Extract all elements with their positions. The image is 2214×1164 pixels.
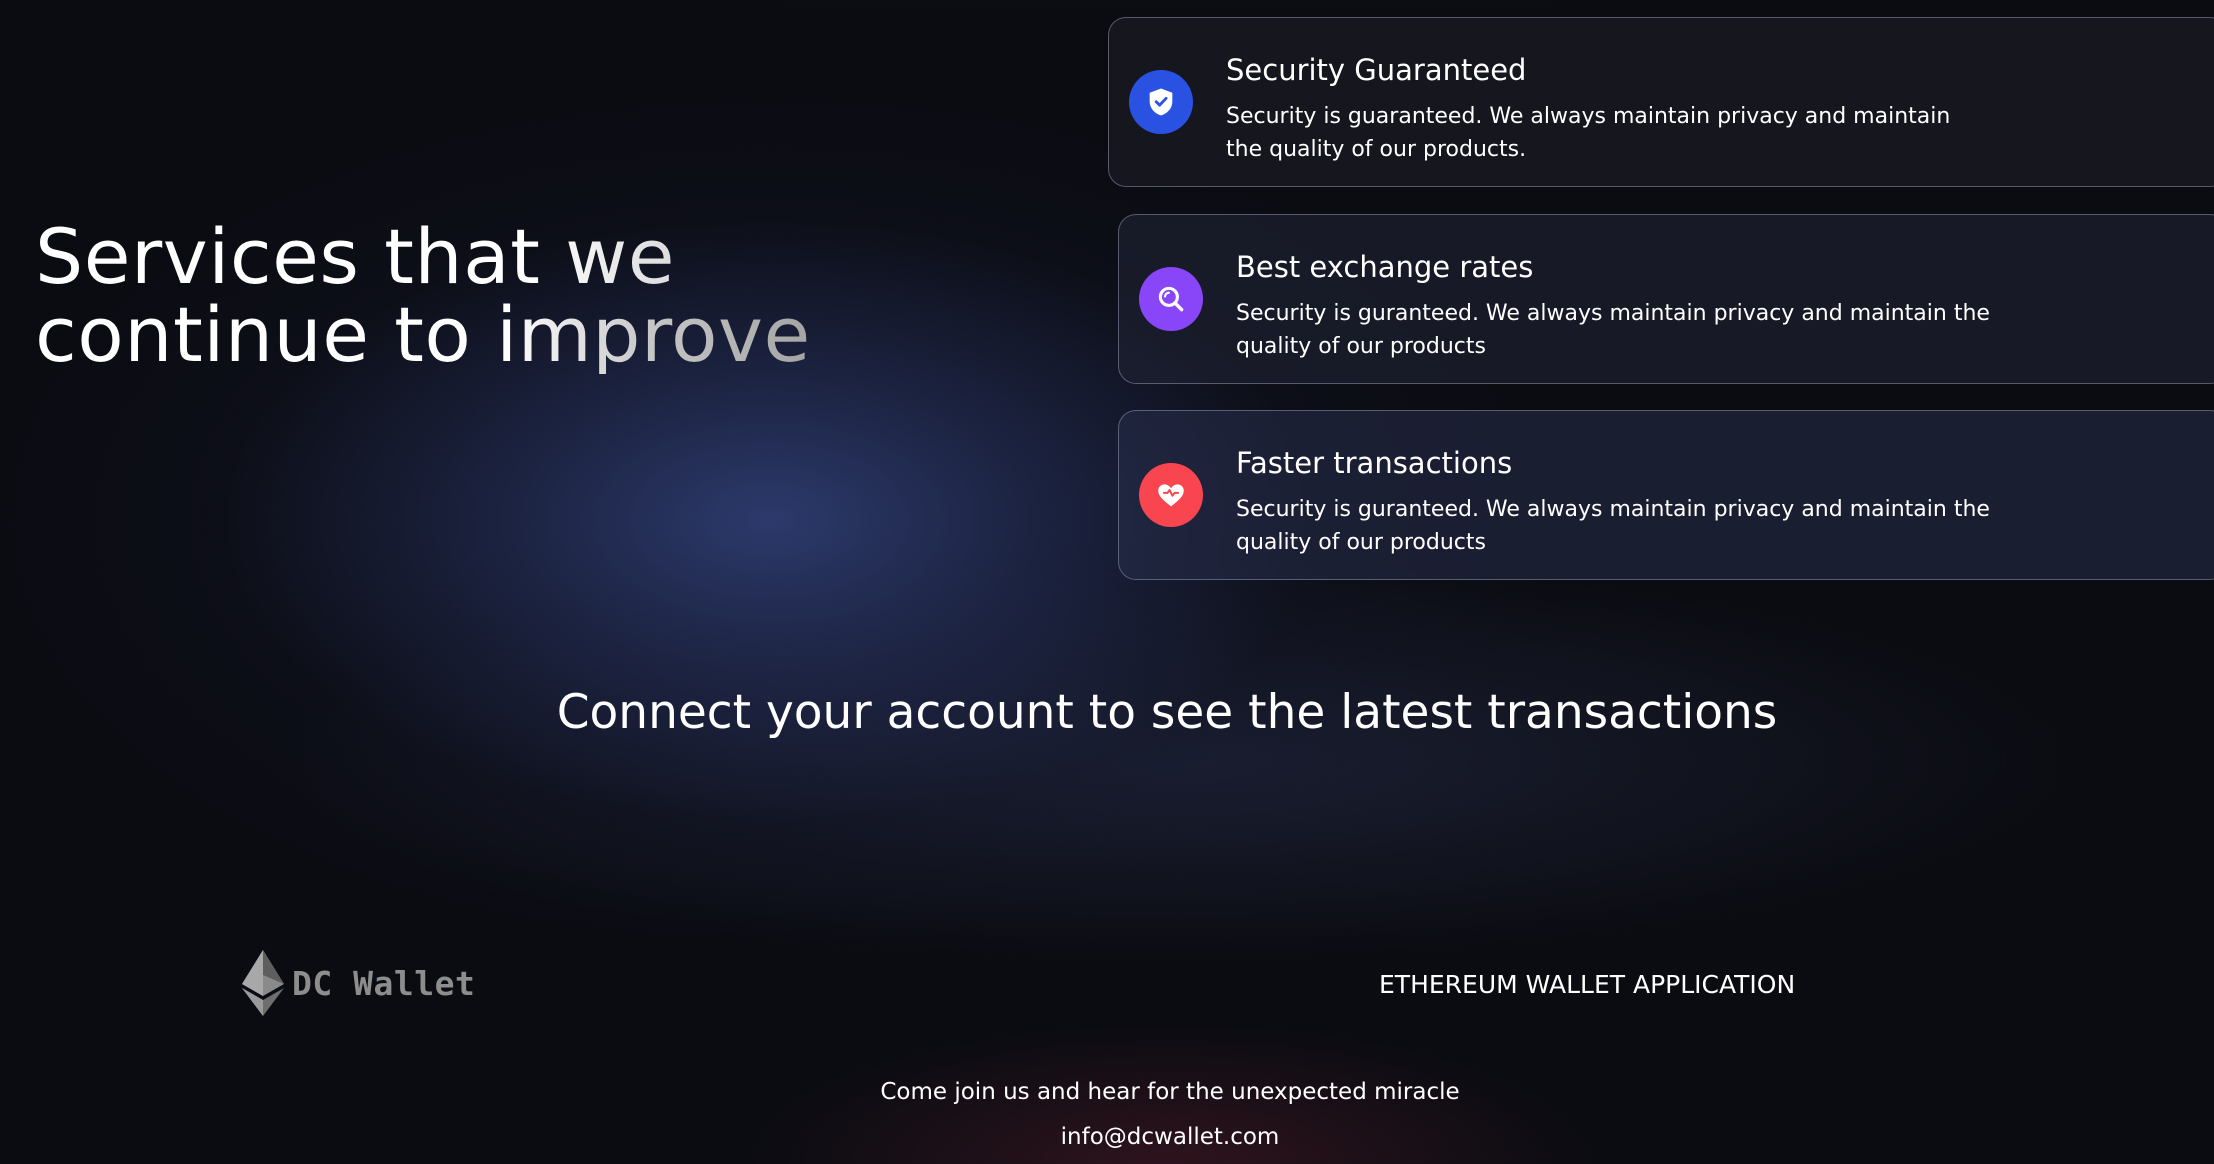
service-card-faster-transactions[interactable]: Faster transactions Security is gurantee…	[1118, 410, 2214, 580]
service-card-description: Security is guranteed. We always maintai…	[1236, 301, 1990, 359]
service-card-title: Faster transactions	[1236, 446, 1513, 480]
shield-check-icon	[1129, 70, 1193, 134]
ethereum-icon	[242, 950, 284, 1016]
services-heading-line-1: Services that we	[35, 218, 935, 296]
service-card-title: Security Guaranteed	[1226, 53, 1527, 87]
logo-text: DC Wallet	[292, 963, 476, 1003]
footer-tagline: ETHEREUM WALLET APPLICATION	[1379, 970, 1796, 999]
contact-email-link[interactable]: info@dcwallet.com	[0, 1121, 2214, 1153]
dc-wallet-logo[interactable]: DC Wallet	[240, 948, 475, 1018]
service-card-description: Security is guranteed. We always maintai…	[1236, 497, 1990, 555]
services-heading-line-2: continue to improve	[35, 296, 935, 374]
service-card-security[interactable]: Security Guaranteed Security is guarante…	[1108, 17, 2214, 187]
service-card-exchange-rates[interactable]: Best exchange rates Security is gurantee…	[1118, 214, 2214, 384]
service-card-title: Best exchange rates	[1236, 250, 1534, 284]
heart-icon	[1139, 463, 1203, 527]
service-card-description: Security is guaranteed. We always mainta…	[1226, 104, 1951, 162]
connect-account-heading: Connect your account to see the latest t…	[556, 685, 1778, 740]
services-heading: Services that we continue to improve	[35, 218, 935, 374]
search-icon	[1139, 267, 1203, 331]
footer-join-text: Come join us and hear for the unexpected…	[880, 1079, 1460, 1105]
